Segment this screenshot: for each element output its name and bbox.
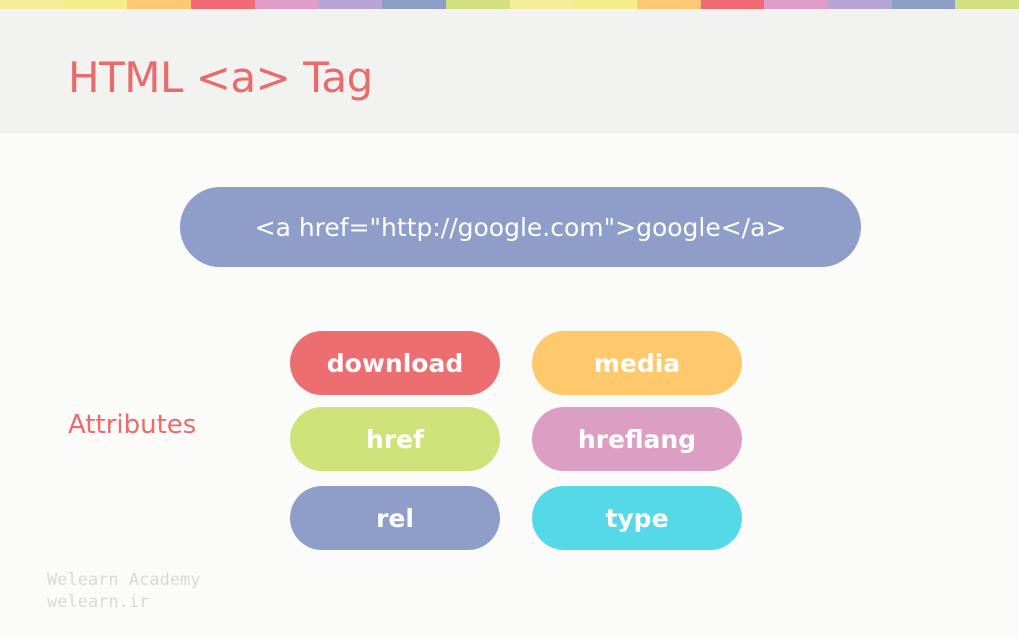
watermark: Welearn Academy welearn.ir (47, 569, 201, 613)
color-strip-segment (63, 0, 128, 9)
attributes-label: Attributes (68, 410, 197, 440)
attribute-pill-href: href (290, 407, 500, 471)
color-strip-segment (191, 0, 255, 9)
color-strip-segment (573, 0, 637, 9)
color-strip-segment (636, 0, 701, 9)
color-strip-segment (254, 0, 319, 9)
slide-header: HTML <a> Tag (0, 9, 1019, 133)
color-strip-segment (827, 0, 892, 9)
color-strip-segment (955, 0, 1019, 9)
slide-title: HTML <a> Tag (68, 53, 373, 102)
color-strip-segment (509, 0, 574, 9)
color-strip-segment (127, 0, 192, 9)
attribute-pill-rel: rel (290, 486, 500, 550)
color-strip-segment (318, 0, 383, 9)
watermark-line-1: Welearn Academy (47, 570, 201, 590)
color-strip-segment (700, 0, 765, 9)
color-strip-segment (382, 0, 446, 9)
code-example-pill: <a href="http://google.com">google</a> (180, 187, 861, 267)
attribute-pill-download: download (290, 331, 500, 395)
attribute-pill-media: media (532, 331, 742, 395)
color-strip-segment (891, 0, 956, 9)
color-strip-segment (0, 0, 64, 9)
watermark-line-2: welearn.ir (47, 592, 150, 612)
color-strip-segment (764, 0, 828, 9)
attribute-pill-type: type (532, 486, 742, 550)
color-strip-segment (445, 0, 510, 9)
top-color-strip (0, 0, 1019, 9)
attribute-pill-hreflang: hreflang (532, 407, 742, 471)
